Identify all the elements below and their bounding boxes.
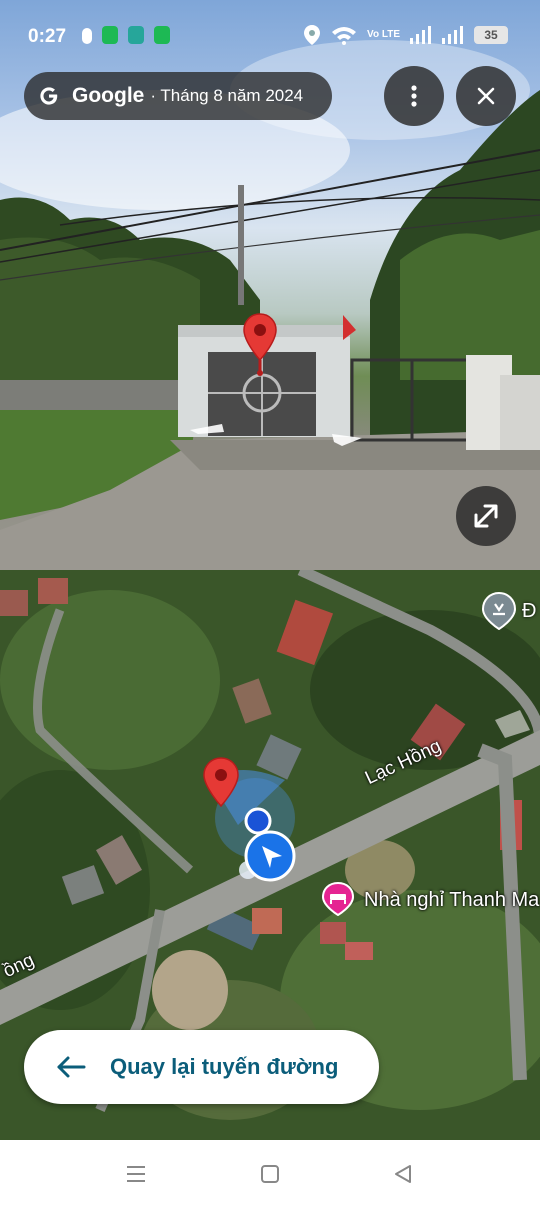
google-logo-icon [40,87,58,105]
selected-location-pin-icon[interactable] [202,756,240,808]
arrow-back-icon [57,1056,86,1078]
street-view-panorama[interactable]: 0:27 Vo LTE 35 Google · Tháng 8 năm 2024 [0,0,540,570]
system-icons: Vo LTE 35 [303,24,508,46]
status-time: 0:27 [28,26,67,47]
back-to-route-label: Quay lại tuyến đường [110,1054,339,1079]
cart-icon [128,26,144,44]
screen: 0:27 Vo LTE 35 Google · Tháng 8 năm 2024… [0,0,540,1206]
back-to-route-button[interactable]: Quay lại tuyến đường [24,1030,379,1104]
location-pin-icon[interactable] [242,312,278,378]
back-icon [395,1165,411,1183]
fullscreen-button[interactable] [456,486,516,546]
signal-icon [442,26,463,44]
more-options-button[interactable] [384,66,444,126]
menu-icon [127,1166,145,1182]
imagery-date-pill[interactable]: Google · Tháng 8 năm 2024 [24,72,332,120]
expand-icon [474,504,498,528]
more-vert-icon [411,85,417,107]
shield-icon [102,26,118,44]
close-button[interactable] [456,66,516,126]
poi-label-partial[interactable]: Đ [522,600,536,623]
battery-indicator: 35 [474,26,508,44]
system-nav-bar [0,1140,540,1206]
signal-icon [410,26,431,44]
hotel-bed-icon[interactable] [321,882,355,916]
shield-icon [154,26,170,44]
close-icon [477,87,495,105]
back-button[interactable] [389,1160,417,1188]
notification-icons [82,26,170,44]
google-brand: Google [72,84,145,107]
notification-icon [82,28,92,44]
network-label: Vo LTE [367,29,400,40]
wifi-icon [332,27,357,45]
satellite-map[interactable]: Lạc Hồng ồng Nhà nghỉ Thanh Ma Đ Quay lạ… [0,570,540,1140]
recent-apps-button[interactable] [122,1160,150,1188]
imagery-date: · Tháng 8 năm 2024 [150,86,304,105]
poi-label-hotel[interactable]: Nhà nghỉ Thanh Ma [364,889,539,912]
status-bar: 0:27 Vo LTE 35 [0,0,540,70]
my-location-icon[interactable] [244,830,296,882]
home-button[interactable] [256,1160,284,1188]
location-icon [304,25,321,45]
home-icon [261,1165,279,1183]
landmark-icon[interactable] [481,592,517,630]
